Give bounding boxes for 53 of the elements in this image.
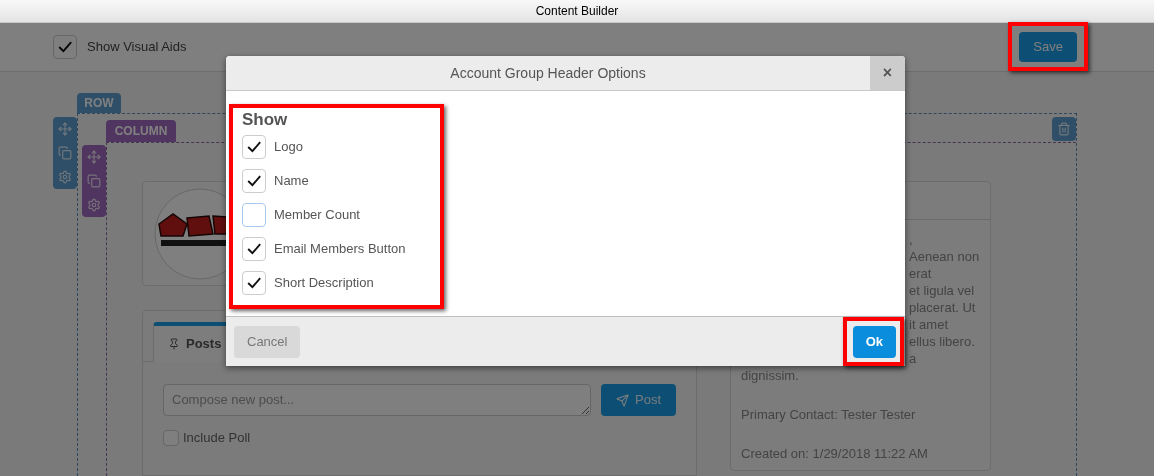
window-title: Content Builder: [535, 3, 619, 20]
check-icon: [246, 243, 262, 255]
checkbox[interactable]: [242, 169, 266, 193]
column-tag: COLUMN: [106, 120, 176, 142]
move-icon: [87, 150, 101, 164]
option-label: Name: [274, 172, 309, 191]
checkbox[interactable]: [242, 237, 266, 261]
pin-icon: [168, 338, 180, 350]
option-label: Logo: [274, 138, 303, 157]
cancel-button[interactable]: Cancel: [234, 325, 301, 358]
post-button[interactable]: Post: [601, 384, 676, 416]
settings-icon: [58, 170, 72, 184]
option-label: Email Members Button: [274, 240, 406, 259]
description-text: ,: [909, 231, 913, 248]
description-text: dignissim.: [741, 367, 800, 384]
close-button[interactable]: ×: [870, 56, 905, 90]
move-icon: [58, 122, 72, 136]
settings-button[interactable]: [82, 193, 106, 217]
copy-icon: [87, 174, 101, 188]
copy-icon: [58, 146, 72, 160]
check-icon: [246, 277, 262, 289]
dialog-title: Account Group Header Options: [449, 63, 647, 83]
check-icon: [246, 175, 262, 187]
move-button[interactable]: [82, 145, 106, 169]
description-text: Aenean non: [909, 248, 980, 265]
checkbox[interactable]: [163, 429, 179, 446]
delete-button[interactable]: [1052, 117, 1076, 141]
trash-icon: [1057, 122, 1071, 136]
check-icon: [57, 41, 73, 53]
checkbox[interactable]: [242, 271, 266, 295]
description-text: ellus libero.: [909, 333, 975, 350]
checkbox[interactable]: [242, 135, 266, 159]
option-label: Member Count: [274, 206, 360, 225]
checkbox-label: Include Poll: [183, 429, 251, 447]
option-label: Short Description: [274, 274, 374, 293]
primary-contact-text: Primary Contact: Tester Tester: [741, 406, 917, 423]
settings-button[interactable]: [53, 165, 77, 189]
description-text: it amet: [909, 316, 948, 333]
send-icon: [616, 393, 629, 407]
checkbox-label: Show Visual Aids: [87, 38, 187, 57]
description-text: a: [909, 350, 917, 367]
checkbox[interactable]: [53, 35, 77, 59]
move-button[interactable]: [53, 117, 77, 141]
settings-icon: [87, 198, 101, 212]
checkbox[interactable]: [242, 203, 266, 227]
description-text: erat: [909, 265, 932, 282]
check-icon: [246, 141, 262, 153]
description-text: et ligula vel: [909, 282, 975, 299]
ok-button[interactable]: Ok: [852, 325, 896, 358]
created-on-text: Created on: 1/29/2018 11:22 AM: [741, 445, 929, 462]
save-button[interactable]: Save: [1019, 32, 1077, 62]
section-title: Show: [242, 109, 289, 131]
row-tag: ROW: [77, 93, 121, 113]
